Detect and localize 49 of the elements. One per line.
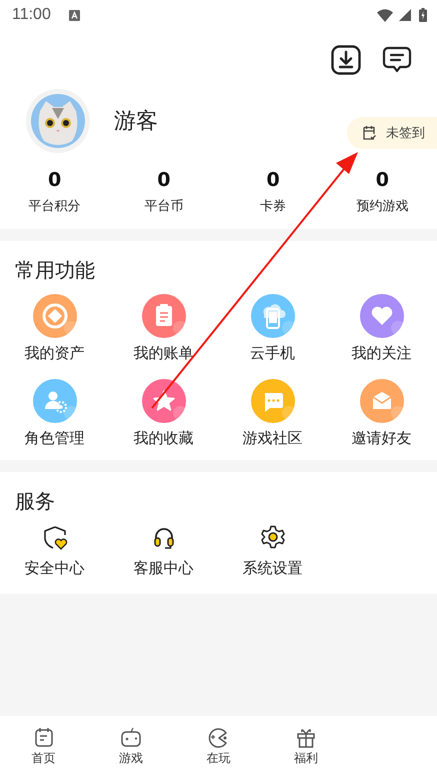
function-item[interactable]: 我的收藏 [109,373,218,448]
function-icon [32,379,76,423]
nav-tab[interactable]: 首页 [0,726,88,766]
nav-tab[interactable]: 福利 [262,726,350,766]
stat-label: 卡券 [260,198,286,215]
stat-value[interactable]: 0 [376,169,389,191]
user-name[interactable]: 游客 [114,106,158,136]
function-icon [250,379,294,423]
notepad-icon [32,726,55,748]
stat-value[interactable]: 0 [266,169,280,191]
nav-tab[interactable]: 在玩 [174,726,262,766]
stat-value[interactable]: 0 [48,169,62,191]
function-item[interactable]: 我的账单 [109,288,218,363]
section-title: 服务 [14,488,56,515]
signal-icon [399,9,411,21]
message-icon[interactable] [382,45,412,75]
pac-man-icon [207,726,230,748]
function-icon [360,379,404,423]
function-item[interactable]: 角色管理 [0,373,109,448]
function-item[interactable]: 云手机 [218,288,327,363]
stat-label: 预约游戏 [356,198,408,215]
function-item[interactable]: 邀请好友 [327,373,436,448]
function-icon [32,294,76,338]
function-item[interactable]: 我的关注 [327,288,436,363]
service-item[interactable]: 客服中心 [109,519,218,578]
section-title: 常用功能 [14,257,96,284]
function-icon [142,294,186,338]
keyboard-icon [68,10,80,20]
stat-label: 平台积分 [28,198,81,215]
calendar-icon [361,125,377,141]
service-item[interactable]: 系统设置 [218,519,327,578]
avatar[interactable] [26,89,90,153]
download-icon[interactable] [331,45,361,75]
nav-tab[interactable]: 游戏 [87,726,175,766]
settings-icon [260,525,286,551]
function-icon [142,379,186,423]
battery-icon [419,8,427,22]
shield-icon [42,525,68,551]
function-icon [250,294,294,338]
wifi-icon [377,8,393,22]
stat-value[interactable]: 0 [157,169,170,191]
function-item[interactable]: 游戏社区 [218,373,327,448]
stat-label: 平台币 [144,198,184,215]
gamepad-icon [120,726,142,748]
service-item[interactable]: 安全中心 [0,519,109,578]
function-item[interactable]: 我的资产 [0,288,109,363]
status-time: 11:00 [12,6,51,24]
check-in-button[interactable]: 未签到 [347,117,437,149]
function-icon [360,294,404,338]
